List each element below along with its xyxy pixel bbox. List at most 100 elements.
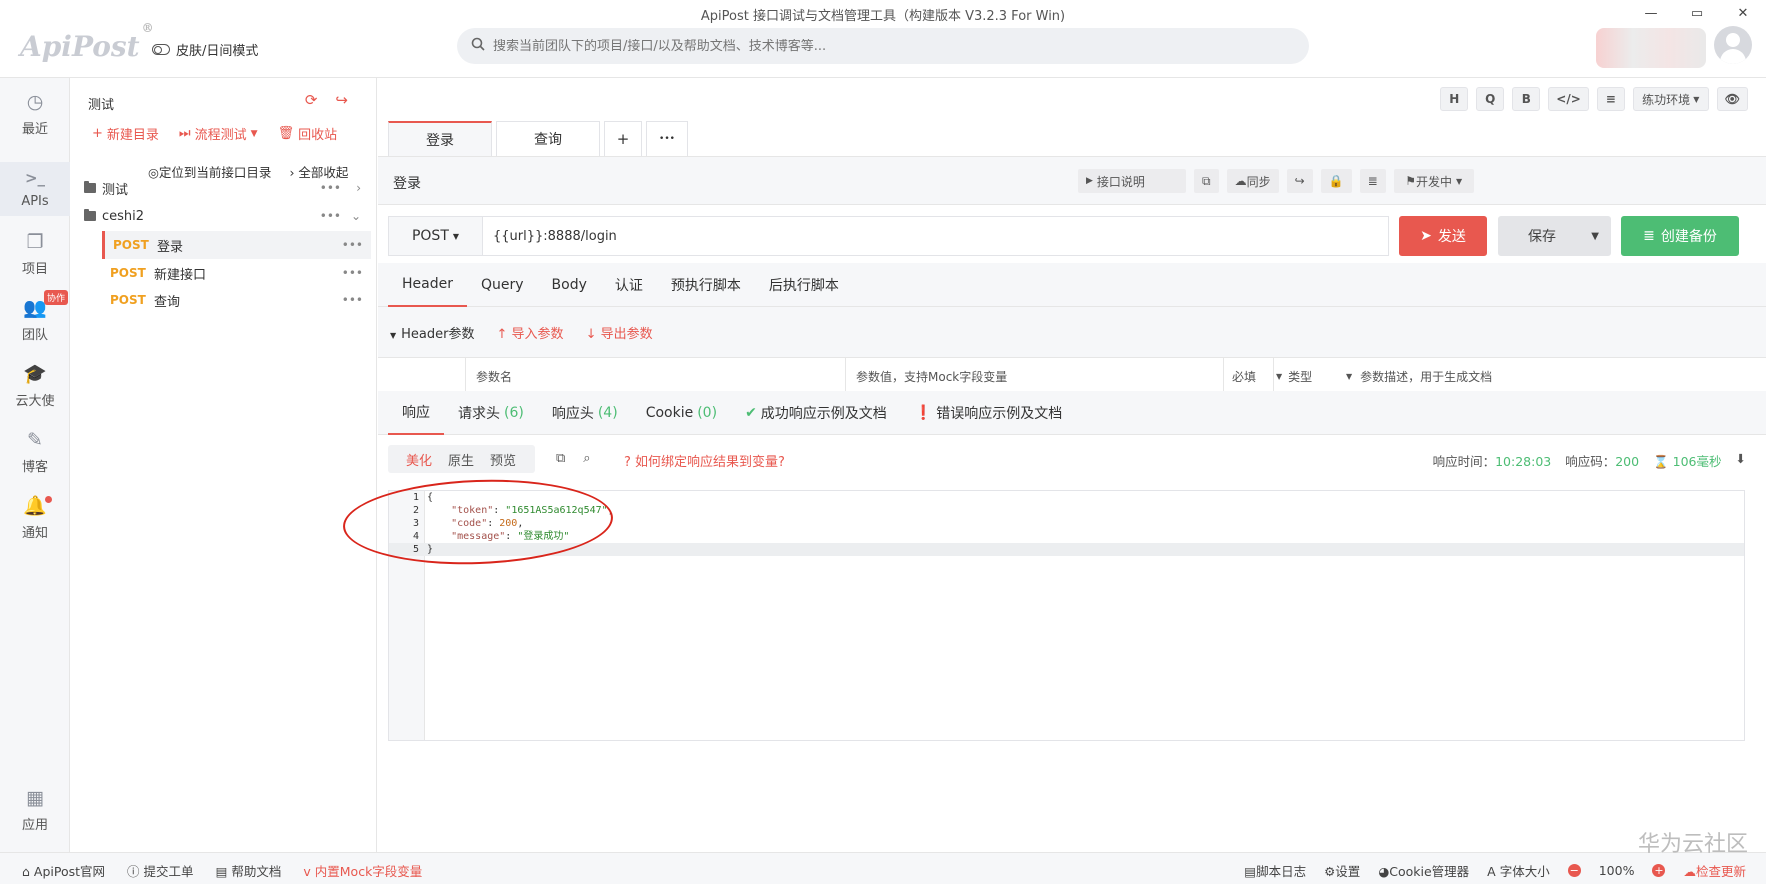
tab-body[interactable]: Body: [538, 263, 601, 307]
chevron-right-icon[interactable]: ›: [356, 181, 361, 195]
skin-toggle[interactable]: 皮肤/日间模式: [152, 40, 258, 59]
tab-success-doc[interactable]: ✔ 成功响应示例及文档: [731, 391, 901, 435]
share-button[interactable]: ↪: [1286, 169, 1313, 193]
method-select[interactable]: POST ▼: [388, 216, 483, 256]
tab-header[interactable]: Header: [388, 263, 467, 307]
avatar[interactable]: [1714, 26, 1752, 64]
param-name-input[interactable]: 参数名: [466, 358, 846, 394]
global-search[interactable]: [457, 28, 1309, 64]
rail-item-apis[interactable]: >_ APIs: [0, 162, 70, 216]
sync-button[interactable]: ☁ 同步: [1226, 169, 1279, 193]
recycle-bin-button[interactable]: 🗑 回收站: [278, 124, 338, 143]
zoom-out-button[interactable]: −: [1567, 864, 1581, 877]
view-pretty[interactable]: 美化: [406, 450, 432, 469]
url-input[interactable]: {{url}}:8888/login: [483, 216, 1389, 256]
search-input[interactable]: [493, 38, 1309, 54]
plus-icon: +: [92, 126, 103, 141]
import-params-button[interactable]: ↑ 导入参数: [497, 323, 564, 342]
copy-button[interactable]: ⧉: [1194, 169, 1219, 193]
status-label: 开发中: [1415, 174, 1452, 189]
copy-icon[interactable]: ⧉: [556, 451, 565, 466]
more-icon[interactable]: •••: [342, 266, 363, 280]
doc-button[interactable]: ▶ 接口说明: [1078, 169, 1186, 193]
rail-item-project[interactable]: ❐ 项目: [0, 230, 70, 277]
tab-pre-script[interactable]: 预执行脚本: [657, 263, 755, 307]
refresh-icon[interactable]: ⟳: [305, 91, 318, 109]
view-raw[interactable]: 原生: [448, 450, 474, 469]
heading-button[interactable]: H: [1440, 87, 1469, 111]
required-select[interactable]: 必填: [1224, 358, 1274, 394]
minimize-button[interactable]: —: [1628, 0, 1674, 26]
close-button[interactable]: ✕: [1720, 0, 1766, 26]
response-tabs: 响应 请求头 (6) 响应头 (4) Cookie (0) ✔ 成功响应示例及文档 ❗ 错…: [378, 391, 1766, 435]
tab-resp-headers[interactable]: 响应头 (4): [538, 391, 632, 435]
tab-error-doc[interactable]: ❗ 错误响应示例及文档: [901, 391, 1076, 435]
status-select[interactable]: ⚑ 开发中 ▼: [1393, 169, 1474, 193]
tab-post-script[interactable]: 后执行脚本: [755, 263, 853, 307]
rail-item-ambassador[interactable]: 🎓 云大使: [0, 362, 70, 409]
zoom-in-button[interactable]: +: [1652, 864, 1666, 877]
tab-more-button[interactable]: •••: [646, 121, 688, 156]
official-site-link[interactable]: ⌂ ApiPost官网: [22, 861, 105, 880]
share-icon[interactable]: ↪: [335, 91, 348, 109]
tree-api-item[interactable]: POST 新建接口 •••: [102, 259, 371, 287]
maximize-button[interactable]: ▭: [1674, 0, 1720, 26]
check-update-button[interactable]: ☁检查更新: [1683, 861, 1746, 880]
tree-folder[interactable]: 测试 ••• ›: [84, 174, 371, 202]
settings-button[interactable]: ⚙设置: [1324, 861, 1360, 880]
rail-item-blog[interactable]: ✎ 博客: [0, 428, 70, 475]
tree-api-item[interactable]: POST 查询 •••: [102, 286, 371, 314]
add-tab-button[interactable]: +: [604, 121, 642, 156]
tab-query[interactable]: 查询: [496, 121, 600, 156]
tab-auth[interactable]: 认证: [601, 263, 657, 307]
new-dir-button[interactable]: + 新建目录: [92, 124, 159, 143]
script-log-button[interactable]: ▤脚本日志: [1244, 861, 1306, 880]
export-params-button[interactable]: ↓ 导出参数: [586, 323, 653, 342]
view-preview[interactable]: 预览: [490, 450, 516, 469]
code-button[interactable]: </>: [1548, 87, 1589, 111]
search-icon[interactable]: ⌕: [583, 451, 590, 466]
flow-test-button[interactable]: ⏭ 流程测试 ▼: [179, 124, 258, 143]
tab-login[interactable]: 登录: [388, 121, 492, 156]
request-tools: ▶ 接口说明 ⧉ ☁ 同步 ↪ 🔒 ≣ ⚑ 开发中 ▼: [1078, 169, 1474, 193]
backup-button[interactable]: ≣ 创建备份: [1621, 216, 1739, 256]
paper-plane-icon: ➤: [1420, 228, 1432, 244]
rail-item-notify[interactable]: 🔔 通知: [0, 494, 70, 541]
eye-icon[interactable]: 👁: [1716, 87, 1748, 111]
type-select[interactable]: ▼ 类型: [1274, 358, 1344, 394]
response-body-editor[interactable]: 1 { 2 "token": "1651AS5a612q547", 3 "cod…: [341, 475, 1745, 741]
tree-folder[interactable]: ceshi2 ••• ⌄: [84, 202, 371, 230]
more-icon[interactable]: •••: [320, 181, 341, 195]
lock-button[interactable]: 🔒: [1320, 169, 1352, 193]
send-button[interactable]: ➤ 发送: [1399, 216, 1487, 256]
param-value-input[interactable]: 参数值，支持Mock字段变量: [846, 358, 1224, 394]
ticket-link[interactable]: ⓘ 提交工单: [127, 861, 194, 880]
more-icon[interactable]: •••: [320, 209, 341, 223]
quote-button[interactable]: Q: [1476, 87, 1505, 111]
database-button[interactable]: ≣: [1359, 169, 1386, 193]
rail-item-apps[interactable]: ▦ 应用: [0, 786, 70, 833]
coop-badge: 协作: [44, 290, 69, 305]
tab-cookie[interactable]: Cookie (0): [632, 391, 731, 435]
rail-item-team[interactable]: 👥 协作 团队: [0, 290, 70, 343]
help-doc-link[interactable]: ▤ 帮助文档: [216, 861, 282, 880]
bind-var-tip[interactable]: ? 如何绑定响应结果到变量?: [624, 451, 785, 470]
sliders-button[interactable]: ≡: [1596, 87, 1625, 111]
mock-vars-link[interactable]: v 内置Mock字段变量: [303, 861, 422, 880]
save-button[interactable]: 保存 ▼: [1498, 216, 1611, 256]
more-icon[interactable]: •••: [342, 293, 363, 307]
download-icon[interactable]: ⬇: [1736, 451, 1746, 470]
tab-req-headers[interactable]: 请求头 (6): [444, 391, 538, 435]
cookie-manager-button[interactable]: ◕Cookie管理器: [1378, 861, 1469, 880]
tab-response[interactable]: 响应: [388, 391, 444, 435]
caret-down-icon[interactable]: ▼: [1591, 231, 1599, 242]
more-icon[interactable]: •••: [342, 238, 363, 252]
env-select[interactable]: 练功环境 ▼: [1632, 87, 1709, 111]
rail-item-recent[interactable]: ◷ 最近: [0, 90, 70, 137]
chevron-down-icon[interactable]: ⌄: [351, 209, 361, 223]
param-desc-input[interactable]: ▼ 参数描述，用于生成文档: [1344, 358, 1644, 394]
bold-button[interactable]: B: [1512, 87, 1541, 111]
tab-query-params[interactable]: Query: [467, 263, 538, 307]
header-params-toggle[interactable]: ▼ Header参数: [390, 323, 475, 342]
tree-api-item[interactable]: POST 登录 •••: [102, 231, 371, 259]
